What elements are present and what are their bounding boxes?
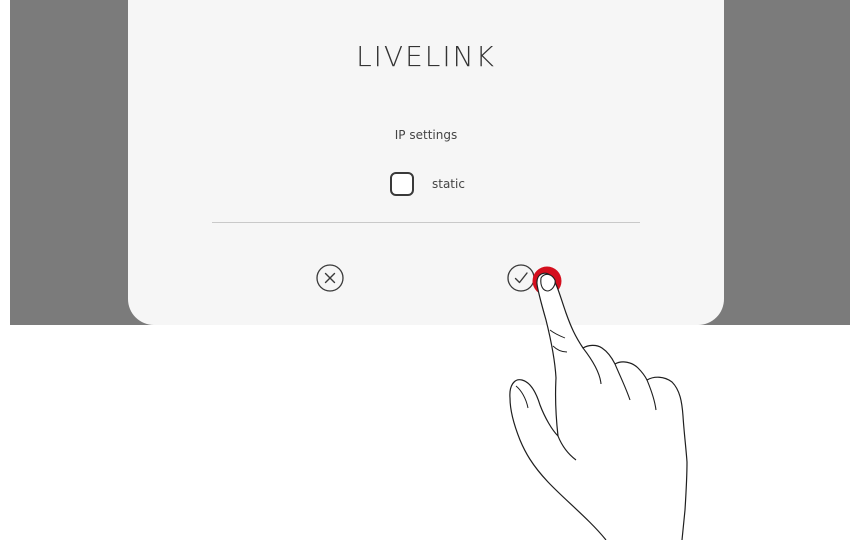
ip-settings-label: IP settings — [394, 128, 458, 142]
static-ip-checkbox[interactable] — [390, 172, 414, 196]
cancel-button[interactable] — [315, 263, 345, 293]
static-ip-checkbox-row[interactable]: static — [390, 170, 465, 198]
check-circle-icon — [507, 264, 535, 292]
close-circle-icon — [316, 264, 344, 292]
dialog-divider — [212, 222, 640, 223]
static-ip-label: static — [432, 177, 465, 191]
livelink-dialog: LIVELINK IP settings static — [128, 0, 724, 325]
device-screen: LIVELINK IP settings static — [0, 0, 850, 540]
dialog-title: LIVELINK — [356, 40, 496, 73]
confirm-button[interactable] — [506, 263, 536, 293]
